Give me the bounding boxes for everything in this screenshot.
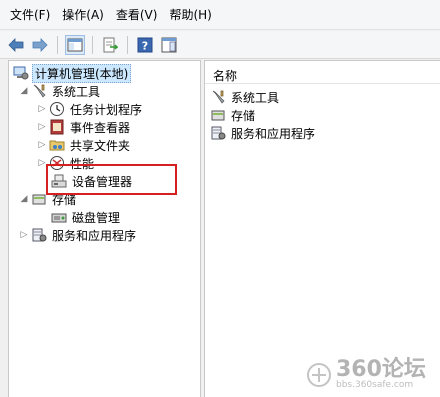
tree-item-services-apps[interactable]: ▷ 服务和应用程序 <box>19 226 138 244</box>
system-tools-icon <box>31 83 47 99</box>
tree-item-label: 系统工具 <box>52 84 101 99</box>
toolbar: ? <box>0 31 440 59</box>
services-apps-icon <box>210 125 226 141</box>
watermark-logo-icon <box>307 363 331 387</box>
show-hide-tree-button[interactable] <box>65 34 85 55</box>
properties-button[interactable] <box>159 35 179 55</box>
forward-icon <box>32 37 48 52</box>
export-list-icon <box>103 37 118 52</box>
collapsed-arrow-icon[interactable]: ▷ <box>37 140 47 150</box>
tree-item-shared-folders[interactable]: ▷ 共享文件夹 <box>37 136 132 154</box>
tree-item-computer-management[interactable]: 计算机管理(本地) <box>11 63 132 83</box>
collapsed-arrow-icon[interactable]: ▷ <box>37 122 47 132</box>
help-button[interactable]: ? <box>135 35 155 55</box>
computer-management-icon <box>13 65 29 81</box>
highlight-box <box>46 164 177 195</box>
menu-help[interactable]: 帮助(H) <box>163 6 217 23</box>
disk-management-icon <box>51 209 67 225</box>
show-hide-tree-icon <box>67 38 83 51</box>
services-apps-icon <box>31 227 47 243</box>
toolbar-separator <box>92 35 93 54</box>
menu-bar: 文件(F) 操作(A) 查看(V) 帮助(H) <box>0 0 440 30</box>
back-icon <box>8 37 24 52</box>
tree-item-label: 磁盘管理 <box>72 210 121 225</box>
forward-button[interactable] <box>30 35 50 55</box>
event-viewer-icon <box>49 119 65 135</box>
svg-text:?: ? <box>142 39 148 52</box>
collapsed-arrow-icon[interactable]: ▷ <box>19 230 29 240</box>
tree-item-event-viewer[interactable]: ▷ 事件查看器 <box>37 118 132 136</box>
clock-icon <box>49 101 65 117</box>
tree-pane[interactable]: 计算机管理(本地) ◢ 系统工具 ▷ 任务计划程序 ▷ 事件查看器 ▷ 共享文件… <box>8 60 201 397</box>
shared-folder-icon <box>49 137 65 153</box>
menu-file[interactable]: 文件(F) <box>4 6 56 23</box>
help-icon: ? <box>137 37 153 52</box>
properties-icon <box>161 37 177 52</box>
collapsed-arrow-icon[interactable]: ▷ <box>37 104 47 114</box>
tree-item-label: 计算机管理(本地) <box>32 63 132 83</box>
list-item[interactable]: 存储 <box>210 106 257 124</box>
export-list-button[interactable] <box>100 35 120 55</box>
tree-item-task-scheduler[interactable]: ▷ 任务计划程序 <box>37 100 144 118</box>
storage-icon <box>31 191 47 207</box>
list-item[interactable]: 服务和应用程序 <box>210 124 317 142</box>
list-item-label: 存储 <box>231 108 256 123</box>
tree-item-disk-management[interactable]: 磁盘管理 <box>49 208 122 226</box>
system-tools-icon <box>210 89 226 105</box>
watermark-logo-text: 360论坛 <box>336 357 426 382</box>
list-item[interactable]: 系统工具 <box>210 88 281 106</box>
tree-item-label: 事件查看器 <box>70 120 131 135</box>
expanded-arrow-icon[interactable]: ◢ <box>19 86 29 96</box>
list-item-label: 系统工具 <box>231 90 280 105</box>
watermark-url: bbs.360safe.com <box>336 380 414 390</box>
list-pane[interactable]: 名称 系统工具 存储 服务和应用程序 <box>204 60 440 397</box>
menu-view[interactable]: 查看(V) <box>110 6 164 23</box>
back-button[interactable] <box>6 35 26 55</box>
expanded-arrow-icon[interactable]: ◢ <box>19 194 29 204</box>
toolbar-separator <box>127 35 128 54</box>
menu-action[interactable]: 操作(A) <box>56 6 110 23</box>
watermark: 360论坛 bbs.360safe.com <box>306 356 436 394</box>
tree-item-label: 任务计划程序 <box>70 102 143 117</box>
header-divider <box>205 83 440 84</box>
tree-item-label: 服务和应用程序 <box>52 228 137 243</box>
toolbar-separator <box>57 35 58 54</box>
list-item-label: 服务和应用程序 <box>231 126 316 141</box>
column-header-name[interactable]: 名称 <box>213 67 237 84</box>
tree-item-label: 共享文件夹 <box>70 138 131 153</box>
tree-item-system-tools[interactable]: ◢ 系统工具 <box>19 82 102 100</box>
storage-icon <box>210 107 226 123</box>
